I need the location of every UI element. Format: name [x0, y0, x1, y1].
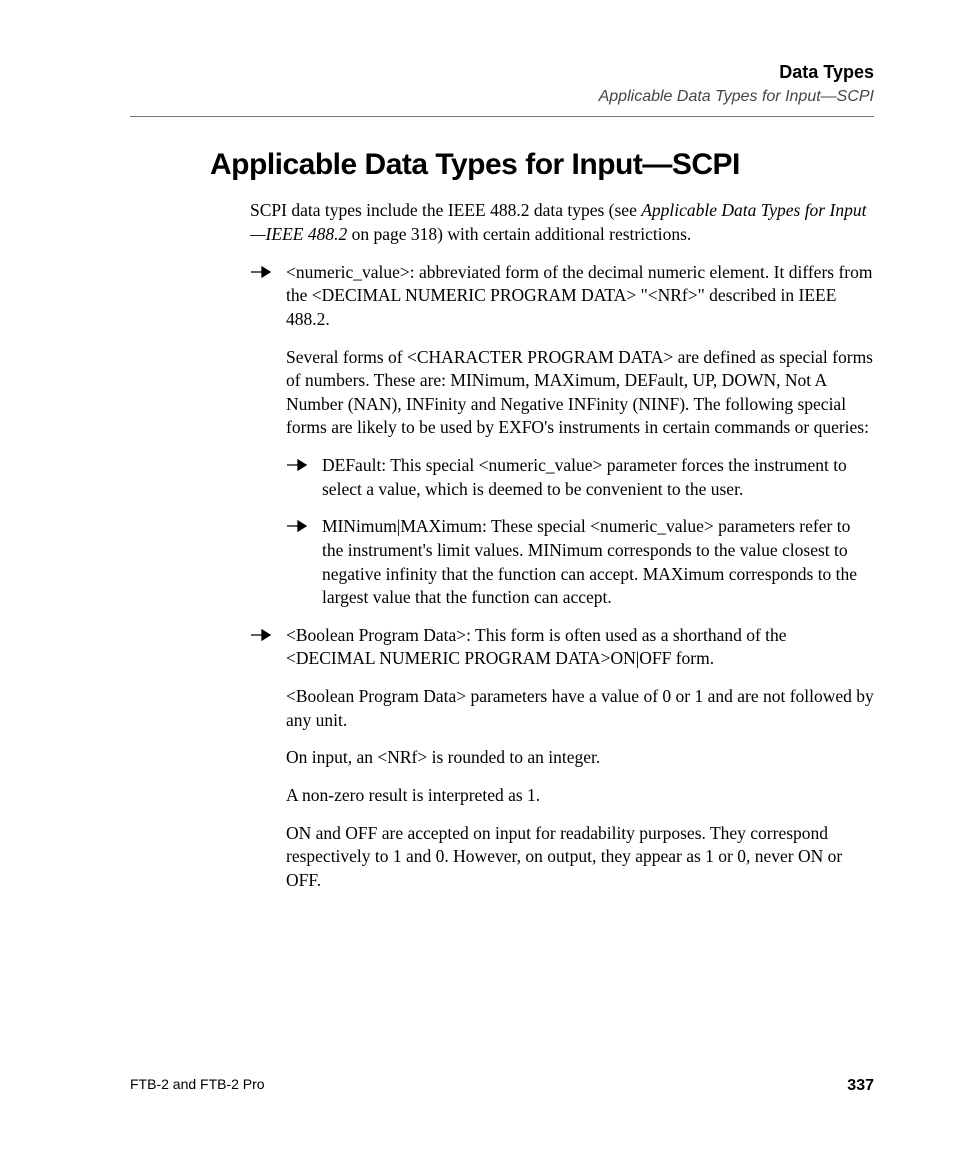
arrow-bullet-icon — [250, 629, 274, 641]
page-title: Applicable Data Types for Input—SCPI — [210, 145, 874, 186]
intro-paragraph: SCPI data types include the IEEE 488.2 d… — [250, 199, 874, 246]
arrow-bullet-icon — [286, 459, 310, 471]
page-footer: FTB-2 and FTB-2 Pro 337 — [130, 1075, 874, 1097]
sub-bullet-text: MINimum|MAXimum: These special <numeric_… — [322, 516, 857, 607]
bullet-text: ON and OFF are accepted on input for rea… — [286, 822, 874, 893]
bullet-boolean: <Boolean Program Data>: This form is oft… — [250, 624, 874, 893]
bullet-text: <numeric_value>: abbreviated form of the… — [286, 261, 874, 332]
footer-product: FTB-2 and FTB-2 Pro — [130, 1075, 265, 1097]
bullet-text: On input, an <NRf> is rounded to an inte… — [286, 746, 874, 770]
page-container: Data Types Applicable Data Types for Inp… — [0, 0, 954, 1159]
chapter-title: Data Types — [130, 60, 874, 84]
section-subtitle: Applicable Data Types for Input—SCPI — [130, 86, 874, 108]
intro-text-pre: SCPI data types include the IEEE 488.2 d… — [250, 200, 641, 220]
sub-bullet-default: DEFault: This special <numeric_value> pa… — [286, 454, 874, 501]
page-header: Data Types Applicable Data Types for Inp… — [130, 60, 874, 117]
body-content: SCPI data types include the IEEE 488.2 d… — [250, 199, 874, 892]
bullet-text: <Boolean Program Data>: This form is oft… — [286, 624, 874, 671]
bullet-text: Several forms of <CHARACTER PROGRAM DATA… — [286, 346, 874, 441]
bullet-text: <Boolean Program Data> parameters have a… — [286, 685, 874, 732]
page-number: 337 — [847, 1075, 874, 1097]
sub-bullet-minmax: MINimum|MAXimum: These special <numeric_… — [286, 515, 874, 610]
bullet-text: A non-zero result is interpreted as 1. — [286, 784, 874, 808]
sub-bullet-text: DEFault: This special <numeric_value> pa… — [322, 455, 847, 499]
arrow-bullet-icon — [286, 520, 310, 532]
bullet-numeric-value: <numeric_value>: abbreviated form of the… — [250, 261, 874, 610]
intro-text-post: on page 318) with certain additional res… — [347, 224, 691, 244]
arrow-bullet-icon — [250, 266, 274, 278]
